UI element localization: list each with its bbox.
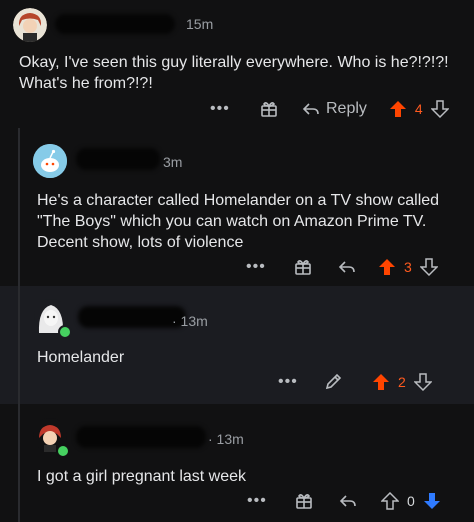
- vote-count: 4: [414, 101, 423, 117]
- upvote-arrow-icon[interactable]: [389, 100, 407, 118]
- comment-timestamp: · 13m: [172, 313, 208, 329]
- more-options-button[interactable]: •••: [247, 492, 269, 510]
- redacted-username: [76, 148, 160, 170]
- downvote-arrow-icon[interactable]: [430, 100, 449, 118]
- online-status-dot: [56, 444, 70, 458]
- user-avatar[interactable]: [33, 144, 67, 178]
- gift-icon[interactable]: [294, 258, 312, 276]
- reply-button[interactable]: Reply: [326, 100, 367, 118]
- comment-2: 3m He's a character called Homelander on…: [0, 128, 474, 286]
- more-options-button[interactable]: •••: [278, 373, 300, 391]
- comment-body: Homelander: [37, 349, 125, 366]
- comment-4: · 13m I got a girl pregnant last week ••…: [0, 404, 474, 522]
- thread-line[interactable]: [18, 286, 20, 404]
- gift-icon[interactable]: [295, 492, 313, 510]
- upvote-arrow-icon[interactable]: [378, 258, 396, 276]
- downvote-arrow-icon[interactable]: [419, 258, 438, 276]
- thread-line[interactable]: [18, 128, 20, 286]
- comment-body: He's a character called Homelander on a …: [37, 192, 440, 251]
- redacted-username: [78, 306, 186, 328]
- user-avatar[interactable]: [13, 8, 47, 42]
- comment-timestamp: 15m: [186, 16, 214, 32]
- comment-1: 15m Okay, I've seen this guy literally e…: [0, 0, 474, 128]
- comment-timestamp: 3m: [163, 154, 183, 170]
- vote-count: 0: [407, 493, 415, 509]
- more-options-button[interactable]: •••: [246, 258, 268, 276]
- reply-arrow-icon[interactable]: [339, 493, 357, 509]
- pencil-icon[interactable]: [324, 373, 342, 391]
- comment-3: · 13m Homelander ••• 2: [0, 286, 474, 404]
- comment-body: Okay, I've seen this guy literally every…: [19, 54, 449, 92]
- redacted-username: [76, 426, 206, 448]
- reply-arrow-icon[interactable]: [338, 259, 356, 275]
- downvote-arrow-icon[interactable]: [413, 373, 432, 391]
- upvote-arrow-icon[interactable]: [381, 492, 399, 510]
- reply-arrow-icon[interactable]: [302, 101, 320, 117]
- downvote-arrow-icon[interactable]: [423, 492, 441, 510]
- gift-icon[interactable]: [260, 100, 278, 118]
- thread-line[interactable]: [18, 404, 20, 522]
- online-status-dot: [58, 325, 72, 339]
- vote-count: 2: [398, 374, 406, 390]
- comment-body: I got a girl pregnant last week: [37, 468, 247, 485]
- upvote-arrow-icon[interactable]: [372, 373, 390, 391]
- redacted-username: [55, 14, 175, 34]
- comment-timestamp: · 13m: [208, 431, 244, 447]
- more-options-button[interactable]: •••: [210, 100, 232, 118]
- vote-count: 3: [404, 259, 412, 275]
